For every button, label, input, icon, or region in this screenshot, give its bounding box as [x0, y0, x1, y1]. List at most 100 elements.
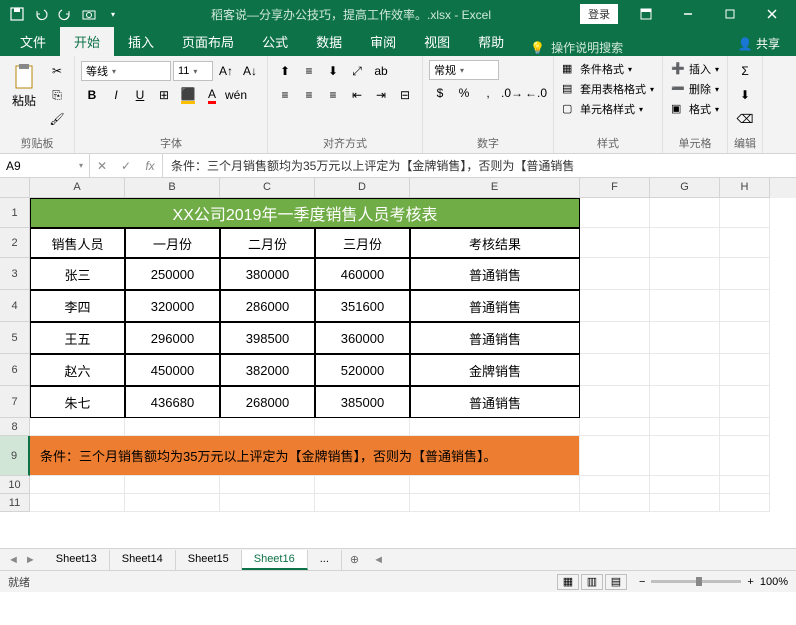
cell[interactable] [650, 322, 720, 354]
col-header[interactable]: G [650, 178, 720, 198]
align-top-icon[interactable]: ⬆ [274, 60, 296, 82]
number-format-combo[interactable]: 常规▾ [429, 60, 499, 80]
cell[interactable]: 296000 [125, 322, 220, 354]
tell-me-search[interactable]: 💡 操作说明搜索 [518, 39, 728, 56]
align-left-icon[interactable]: ≡ [274, 84, 296, 106]
font-color-icon[interactable]: A [201, 84, 223, 106]
cell[interactable]: 268000 [220, 386, 315, 418]
cell[interactable] [220, 476, 315, 494]
cell[interactable]: 520000 [315, 354, 410, 386]
decrease-decimal-icon[interactable]: ←.0 [525, 82, 547, 104]
cell[interactable]: 351600 [315, 290, 410, 322]
camera-icon[interactable] [80, 5, 98, 23]
autosum-icon[interactable]: Σ [734, 60, 756, 82]
row-header[interactable]: 1 [0, 198, 30, 228]
row-header[interactable]: 5 [0, 322, 30, 354]
italic-button[interactable]: I [105, 84, 127, 106]
cell[interactable] [30, 418, 125, 436]
cell[interactable] [650, 228, 720, 258]
col-header[interactable]: H [720, 178, 770, 198]
cell[interactable] [580, 418, 650, 436]
cell[interactable] [220, 494, 315, 512]
fill-color-icon[interactable]: ⬛ [177, 84, 199, 106]
cell[interactable] [720, 354, 770, 386]
cell[interactable] [650, 354, 720, 386]
wrap-text-icon[interactable]: ab [370, 60, 392, 82]
col-header[interactable]: B [125, 178, 220, 198]
cell[interactable]: 张三 [30, 258, 125, 290]
close-button[interactable] [752, 3, 792, 25]
cell[interactable]: 普通销售 [410, 290, 580, 322]
insert-cells-button[interactable]: ➕插入▾ [669, 60, 721, 78]
cell[interactable] [580, 322, 650, 354]
format-painter-icon[interactable]: 🖌 [46, 108, 68, 130]
copy-icon[interactable]: ⎘ [46, 84, 68, 106]
ribbon-options-icon[interactable] [626, 3, 666, 25]
cell[interactable] [650, 436, 720, 476]
cell[interactable] [125, 494, 220, 512]
tab-layout[interactable]: 页面布局 [168, 27, 248, 56]
decrease-indent-icon[interactable]: ⇤ [346, 84, 368, 106]
align-center-icon[interactable]: ≡ [298, 84, 320, 106]
cell[interactable] [30, 494, 125, 512]
cell[interactable] [580, 258, 650, 290]
row-header[interactable]: 2 [0, 228, 30, 258]
fx-icon[interactable]: fx [138, 154, 162, 177]
col-header[interactable]: F [580, 178, 650, 198]
zoom-out-button[interactable]: − [639, 576, 645, 588]
increase-decimal-icon[interactable]: .0→ [501, 82, 523, 104]
confirm-formula-icon[interactable]: ✓ [114, 154, 138, 177]
cell[interactable] [410, 418, 580, 436]
cut-icon[interactable]: ✂ [46, 60, 68, 82]
cell[interactable] [720, 290, 770, 322]
cell[interactable] [410, 476, 580, 494]
cell[interactable] [720, 322, 770, 354]
cell[interactable]: 考核结果 [410, 228, 580, 258]
cell[interactable] [220, 418, 315, 436]
sheet-tab[interactable]: Sheet14 [110, 550, 176, 570]
cell[interactable] [580, 476, 650, 494]
col-header[interactable]: D [315, 178, 410, 198]
row-header[interactable]: 7 [0, 386, 30, 418]
cell[interactable]: 一月份 [125, 228, 220, 258]
page-break-view-icon[interactable]: ▤ [605, 574, 627, 590]
cell[interactable] [315, 418, 410, 436]
increase-font-icon[interactable]: A↑ [215, 60, 237, 82]
col-header[interactable]: A [30, 178, 125, 198]
cell[interactable] [650, 258, 720, 290]
sheet-nav-next-icon[interactable]: ► [25, 554, 36, 566]
cell[interactable] [720, 436, 770, 476]
cell[interactable]: 250000 [125, 258, 220, 290]
cell[interactable]: 320000 [125, 290, 220, 322]
tab-help[interactable]: 帮助 [464, 27, 518, 56]
select-all-corner[interactable] [0, 178, 30, 198]
cell[interactable] [720, 494, 770, 512]
cell[interactable] [650, 494, 720, 512]
minimize-button[interactable] [668, 3, 708, 25]
align-middle-icon[interactable]: ≡ [298, 60, 320, 82]
format-cells-button[interactable]: ▣格式▾ [669, 100, 721, 118]
cell[interactable] [720, 386, 770, 418]
cell[interactable] [720, 228, 770, 258]
cell[interactable] [580, 494, 650, 512]
undo-icon[interactable] [32, 5, 50, 23]
tab-formulas[interactable]: 公式 [248, 27, 302, 56]
phonetic-icon[interactable]: wén [225, 84, 247, 106]
cell[interactable]: 385000 [315, 386, 410, 418]
tab-home[interactable]: 开始 [60, 27, 114, 56]
increase-indent-icon[interactable]: ⇥ [370, 84, 392, 106]
cell[interactable] [580, 198, 650, 228]
col-header[interactable]: C [220, 178, 315, 198]
save-icon[interactable] [8, 5, 26, 23]
tab-insert[interactable]: 插入 [114, 27, 168, 56]
border-icon[interactable]: ⊞ [153, 84, 175, 106]
font-size-combo[interactable]: 11▾ [173, 61, 213, 81]
cell[interactable]: 286000 [220, 290, 315, 322]
row-header[interactable]: 8 [0, 418, 30, 436]
sheet-tab[interactable]: Sheet13 [44, 550, 110, 570]
clear-icon[interactable]: ⌫ [734, 108, 756, 130]
tab-view[interactable]: 视图 [410, 27, 464, 56]
cell[interactable]: 李四 [30, 290, 125, 322]
tab-review[interactable]: 审阅 [356, 27, 410, 56]
cell[interactable]: 三月份 [315, 228, 410, 258]
